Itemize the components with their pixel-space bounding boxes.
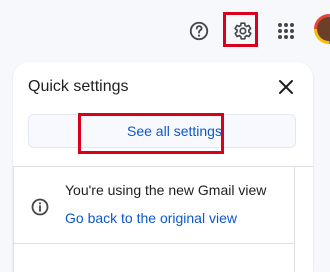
- section-left-border: [13, 166, 14, 272]
- apps-button[interactable]: [274, 19, 298, 43]
- panel-divider: [13, 166, 313, 167]
- info-icon: [31, 198, 49, 216]
- help-icon: [189, 21, 209, 41]
- close-button[interactable]: [276, 77, 296, 97]
- close-icon: [279, 80, 293, 94]
- profile-avatar[interactable]: [314, 14, 330, 44]
- quick-settings-panel: Quick settings See all settings You're u…: [13, 62, 313, 272]
- section-bottom-divider: [13, 243, 295, 244]
- go-back-original-view-link[interactable]: Go back to the original view: [65, 210, 237, 226]
- top-bar: [0, 0, 330, 62]
- quick-settings-title: Quick settings: [28, 78, 129, 95]
- help-button[interactable]: [187, 19, 211, 43]
- section-right-border: [294, 166, 295, 272]
- settings-highlight-box: [223, 12, 258, 47]
- new-view-message: You're using the new Gmail view: [65, 182, 267, 198]
- apps-grid-icon: [278, 23, 294, 39]
- see-all-highlight-box: [78, 113, 224, 154]
